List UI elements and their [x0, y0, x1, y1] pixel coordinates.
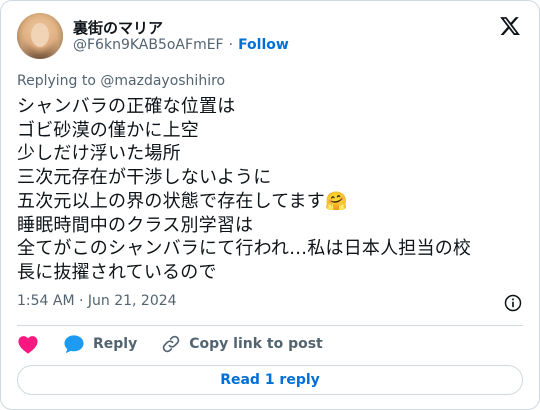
like-button[interactable]: [17, 334, 39, 354]
link-icon: [162, 335, 180, 353]
follow-button[interactable]: Follow: [238, 37, 289, 53]
x-logo-icon[interactable]: [499, 15, 521, 37]
divider: [17, 325, 523, 326]
timestamp[interactable]: 1:54 AM · Jun 21, 2024: [17, 293, 177, 309]
replying-to[interactable]: Replying to @mazdayoshihiro: [17, 73, 225, 89]
tweet-text: シャンバラの正確な位置は ゴビ砂漠の僅かに上空 少しだけ浮いた場所 三次元存在が…: [17, 96, 472, 283]
tweet-card: 裏街のマリア @F6kn9KAB5oAFmEF · Follow Replyin…: [0, 0, 540, 410]
read-replies-button[interactable]: Read 1 reply: [17, 365, 523, 395]
info-icon[interactable]: [503, 293, 523, 313]
avatar-face: [31, 23, 49, 47]
reply-bubble-icon: [64, 335, 84, 354]
copy-link-button[interactable]: Copy link to post: [161, 334, 323, 354]
action-bar: Reply Copy link to post: [17, 333, 347, 355]
author-display-name[interactable]: 裏街のマリア: [73, 17, 163, 38]
author-handle-row: @F6kn9KAB5oAFmEF · Follow: [73, 37, 289, 53]
reply-button[interactable]: Reply: [63, 334, 137, 354]
heart-icon: [18, 336, 38, 354]
reply-label: Reply: [93, 336, 138, 352]
copy-link-label: Copy link to post: [189, 336, 323, 352]
author-handle[interactable]: @F6kn9KAB5oAFmEF: [73, 37, 224, 53]
separator-dot: ·: [228, 37, 234, 53]
avatar[interactable]: [17, 13, 63, 59]
